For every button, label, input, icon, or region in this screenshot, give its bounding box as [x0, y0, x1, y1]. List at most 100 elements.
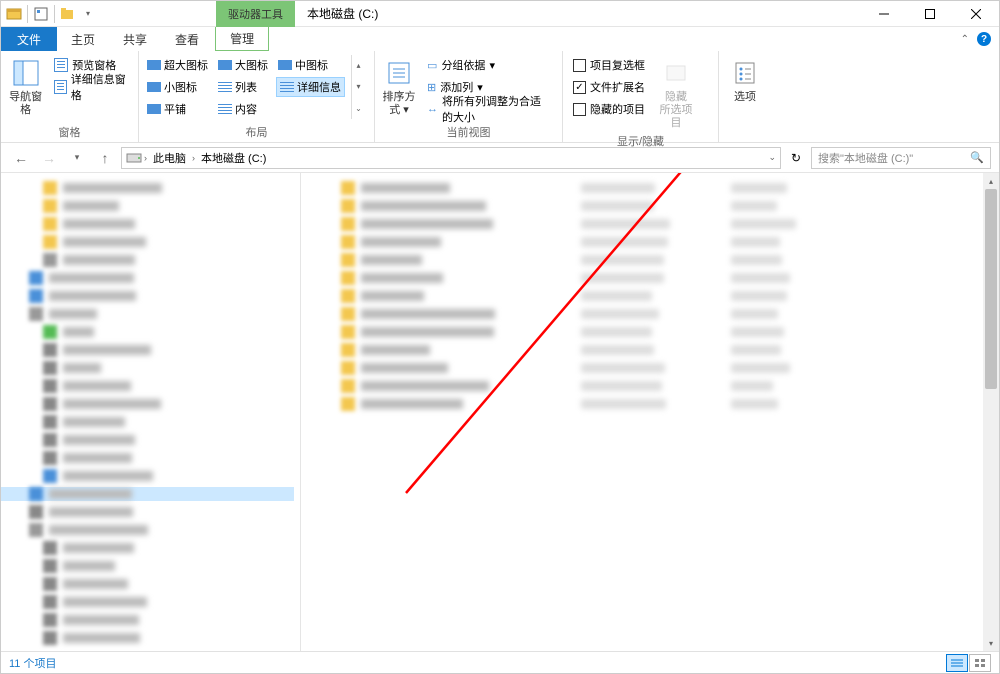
forward-button[interactable]: → — [37, 146, 61, 170]
crumb-drive[interactable]: 本地磁盘 (C:) — [197, 150, 270, 166]
layout-large[interactable]: 大图标 — [216, 55, 270, 75]
nav-tree-item[interactable] — [1, 487, 294, 501]
file-extensions-toggle[interactable]: ✓文件扩展名 — [569, 77, 649, 97]
nav-tree-item[interactable] — [15, 181, 162, 195]
item-checkboxes-toggle[interactable]: 项目复选框 — [569, 55, 649, 75]
maximize-button[interactable] — [907, 1, 953, 27]
tab-share[interactable]: 共享 — [109, 27, 161, 51]
contextual-tab-header: 驱动器工具 — [216, 1, 295, 27]
history-dropdown-icon[interactable]: ⌄ — [768, 152, 776, 163]
nav-tree-item[interactable] — [15, 415, 125, 429]
tab-view[interactable]: 查看 — [161, 27, 213, 51]
list-item[interactable] — [341, 361, 448, 375]
view-details-icon[interactable] — [946, 654, 968, 672]
up-button[interactable]: ↑ — [93, 146, 117, 170]
nav-tree-item[interactable] — [15, 307, 97, 321]
nav-tree-item[interactable] — [15, 541, 134, 555]
size-columns-button[interactable]: ↔将所有列调整为合适的大小 — [423, 99, 556, 119]
nav-tree-item[interactable] — [15, 343, 151, 357]
layout-content[interactable]: 内容 — [216, 99, 270, 119]
ribbon-group-layout: 超大图标 大图标 中图标 小图标 列表 详细信息 平铺 内容 ▴▾⌄ 布局 — [139, 51, 375, 142]
layout-details[interactable]: 详细信息 — [276, 77, 345, 97]
nav-tree-item[interactable] — [15, 469, 153, 483]
help-icon[interactable]: ? — [977, 32, 991, 46]
ribbon: 导航窗格 预览窗格 详细信息窗格 窗格 超大图标 大图标 中图标 小图标 列表 … — [1, 51, 999, 143]
options-button[interactable]: 选项 — [725, 55, 765, 104]
nav-tree-item[interactable] — [15, 577, 128, 591]
minimize-button[interactable] — [861, 1, 907, 27]
status-bar: 11 个项目 — [1, 651, 999, 673]
nav-tree-item[interactable] — [15, 199, 119, 213]
ribbon-group-panes: 导航窗格 预览窗格 详细信息窗格 窗格 — [1, 51, 139, 142]
layout-small[interactable]: 小图标 — [145, 77, 210, 97]
layout-medium[interactable]: 中图标 — [276, 55, 345, 75]
group-by-button[interactable]: ▭分组依据 ▾ — [423, 55, 556, 75]
list-item[interactable] — [341, 199, 486, 213]
list-item[interactable] — [341, 253, 422, 267]
list-item[interactable] — [341, 181, 450, 195]
app-icon[interactable] — [5, 5, 23, 23]
ribbon-tabs: 文件 主页 共享 查看 管理 ⌃ ? — [1, 27, 999, 51]
qat-dropdown-icon[interactable]: ▾ — [79, 5, 97, 23]
nav-tree-item[interactable] — [15, 433, 135, 447]
nav-tree-item[interactable] — [15, 559, 115, 573]
window-title: 本地磁盘 (C:) — [307, 5, 378, 22]
quick-access-toolbar: ▾ — [1, 5, 101, 23]
collapse-ribbon-icon[interactable]: ⌃ — [961, 34, 969, 45]
nav-tree-item[interactable] — [15, 595, 147, 609]
refresh-button[interactable]: ↻ — [785, 151, 807, 165]
layout-list[interactable]: 列表 — [216, 77, 270, 97]
tab-manage[interactable]: 管理 — [215, 27, 269, 51]
list-item[interactable] — [341, 397, 463, 411]
layout-tiles[interactable]: 平铺 — [145, 99, 210, 119]
nav-tree-item[interactable] — [15, 217, 135, 231]
nav-tree-item[interactable] — [15, 397, 161, 411]
back-button[interactable]: ← — [9, 146, 33, 170]
list-item[interactable] — [341, 325, 494, 339]
hide-selected-button: 隐藏所选项目 — [655, 55, 697, 131]
nav-tree-item[interactable] — [15, 235, 146, 249]
nav-tree-item[interactable] — [15, 451, 132, 465]
properties-icon[interactable] — [32, 5, 50, 23]
breadcrumb[interactable]: › 此电脑 › 本地磁盘 (C:) ⌄ — [121, 147, 781, 169]
nav-tree-item[interactable] — [15, 379, 131, 393]
close-button[interactable] — [953, 1, 999, 27]
ribbon-group-options: 选项 — [719, 51, 771, 142]
list-item[interactable] — [341, 235, 441, 249]
details-pane-button[interactable]: 详细信息窗格 — [50, 77, 132, 97]
new-folder-icon[interactable] — [59, 5, 77, 23]
tab-file[interactable]: 文件 — [1, 27, 57, 51]
crumb-this-pc[interactable]: 此电脑 — [149, 150, 190, 166]
layout-extra-large[interactable]: 超大图标 — [145, 55, 210, 75]
ribbon-group-show-hide: 项目复选框 ✓文件扩展名 隐藏的项目 隐藏所选项目 显示/隐藏 — [563, 51, 719, 142]
list-item[interactable] — [341, 379, 489, 393]
nav-tree-item[interactable] — [15, 325, 94, 339]
nav-tree-item[interactable] — [15, 505, 133, 519]
tab-home[interactable]: 主页 — [57, 27, 109, 51]
search-icon[interactable]: 🔍 — [970, 151, 984, 164]
list-item[interactable] — [341, 289, 424, 303]
nav-tree-item[interactable] — [15, 613, 139, 627]
hidden-items-toggle[interactable]: 隐藏的项目 — [569, 99, 649, 119]
file-list[interactable] — [301, 173, 999, 651]
nav-tree-item[interactable] — [15, 361, 101, 375]
recent-dropdown-icon[interactable]: ▾ — [65, 146, 89, 170]
sort-by-button[interactable]: 排序方式 ▾ — [381, 55, 417, 117]
view-large-icon[interactable] — [969, 654, 991, 672]
layout-more-icon[interactable]: ▴▾⌄ — [351, 55, 365, 119]
nav-tree-item[interactable] — [15, 631, 140, 645]
list-item[interactable] — [341, 343, 430, 357]
search-input[interactable]: 搜索"本地磁盘 (C:)" 🔍 — [811, 147, 991, 169]
nav-tree-item[interactable] — [15, 271, 134, 285]
item-count: 11 个项目 — [9, 655, 56, 671]
nav-pane-button[interactable]: 导航窗格 — [7, 55, 44, 117]
nav-tree-item[interactable] — [15, 523, 148, 537]
list-item[interactable] — [341, 307, 495, 321]
list-item[interactable] — [341, 217, 493, 231]
nav-tree-item[interactable] — [15, 253, 135, 267]
ribbon-group-current-view: 排序方式 ▾ ▭分组依据 ▾ ⊞添加列 ▾ ↔将所有列调整为合适的大小 当前视图 — [375, 51, 563, 142]
address-bar: ← → ▾ ↑ › 此电脑 › 本地磁盘 (C:) ⌄ ↻ 搜索"本地磁盘 (C… — [1, 143, 999, 173]
list-item[interactable] — [341, 271, 443, 285]
navigation-pane[interactable]: /* generated below by loop */ ▴ ▾ — [1, 173, 301, 651]
nav-tree-item[interactable] — [15, 289, 136, 303]
